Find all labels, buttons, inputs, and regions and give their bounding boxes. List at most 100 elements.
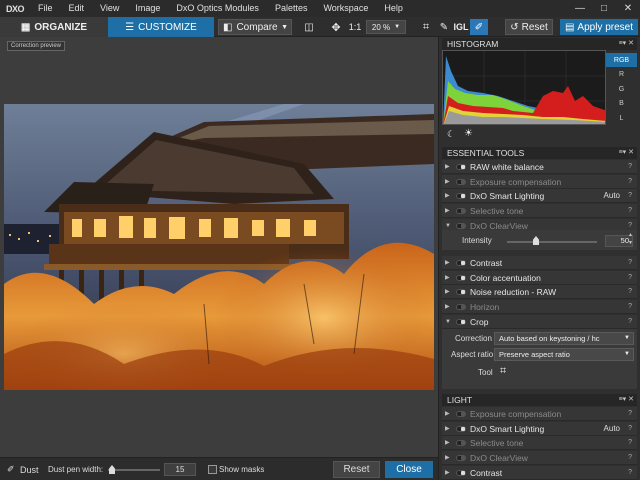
grid-icon: ▦ xyxy=(20,21,31,33)
chevron-right-icon[interactable]: ▶ xyxy=(445,175,450,189)
tool-row-selective-tone[interactable]: ▶ Selective tone? xyxy=(442,436,637,451)
tool-enable-toggle[interactable] xyxy=(456,193,466,200)
crop-correction-select[interactable]: Auto based on keystoning / hc ▼ xyxy=(494,332,634,345)
chevron-right-icon[interactable]: ▶ xyxy=(445,436,450,450)
pen-width-slider-handle[interactable] xyxy=(109,465,115,474)
show-masks-label: Show masks xyxy=(219,465,265,474)
split-view-icon: ◫ xyxy=(304,21,314,33)
tool-enable-toggle[interactable] xyxy=(456,318,466,325)
preset-icon: ▤ xyxy=(564,21,575,33)
menu-item-help[interactable]: Help xyxy=(376,0,411,17)
chevron-right-icon[interactable]: ▶ xyxy=(445,271,450,285)
tool-enable-toggle[interactable] xyxy=(456,455,466,462)
panel-scrollbar[interactable] xyxy=(630,50,636,470)
chevron-right-icon[interactable]: ▶ xyxy=(445,466,450,480)
menu-item-view[interactable]: View xyxy=(92,0,127,17)
tool-row-dxo-smart-lighting[interactable]: ▶ DxO Smart Lighting Auto? xyxy=(442,421,637,436)
tool-label: DxO Smart Lighting xyxy=(470,191,545,202)
apply-preset-button[interactable]: ▤ Apply preset xyxy=(560,19,638,35)
menu-item-workspace[interactable]: Workspace xyxy=(315,0,376,17)
compare-button[interactable]: ◧ Compare ▼ xyxy=(218,19,292,35)
chevron-right-icon[interactable]: ▶ xyxy=(445,204,450,218)
minimize-button[interactable]: — xyxy=(568,0,592,17)
chevron-right-icon[interactable]: ▶ xyxy=(445,451,450,465)
tool-row-horizon[interactable]: ▶ Horizon? xyxy=(442,300,637,315)
tool-enable-toggle[interactable] xyxy=(456,469,466,476)
chevron-right-icon[interactable]: ▶ xyxy=(445,256,450,270)
zoom-one-to-one-button[interactable]: 1:1 xyxy=(345,17,365,37)
tool-label: Contrast xyxy=(470,467,503,478)
tool-row-dxo-smart-lighting[interactable]: ▶ DxO Smart Lighting Auto? xyxy=(442,189,637,204)
menu-item-dxo-optics-modules[interactable]: DxO Optics Modules xyxy=(168,0,267,17)
sun-icon[interactable]: ☀ xyxy=(464,128,473,139)
tool-row-exposure-compensation[interactable]: ▶ Exposure compensation? xyxy=(442,407,637,421)
tool-row-dxo-clearview[interactable]: ▶ DxO ClearView? xyxy=(442,451,637,466)
tool-enable-toggle[interactable] xyxy=(456,289,466,296)
menu-item-palettes[interactable]: Palettes xyxy=(267,0,316,17)
retouch-tool-button[interactable]: ✐ xyxy=(470,19,488,35)
chevron-right-icon[interactable]: ▶ xyxy=(445,189,450,203)
close-retouch-button[interactable]: Close xyxy=(385,461,433,478)
intensity-slider-handle[interactable] xyxy=(533,236,539,245)
crop-icon[interactable]: ⌗ xyxy=(500,365,506,378)
crop-tool-button[interactable]: ⌗ xyxy=(418,17,434,37)
tool-row-color-accentuation[interactable]: ▶ Color accentuation? xyxy=(442,270,637,285)
tool-enable-toggle[interactable] xyxy=(456,274,466,281)
zoom-select[interactable]: 20 % ▼ xyxy=(366,20,406,34)
chevron-right-icon[interactable]: ▶ xyxy=(445,300,450,314)
chevron-right-icon[interactable]: ▶ xyxy=(445,422,450,436)
tool-row-raw-white-balance[interactable]: ▶ RAW white balance? xyxy=(442,160,637,174)
histogram-header[interactable]: HISTOGRAM ≡▾ ✕ xyxy=(442,38,637,50)
chevron-down-icon[interactable]: ▼ xyxy=(445,315,451,329)
menu-item-image[interactable]: Image xyxy=(127,0,168,17)
dust-mode-label[interactable]: Dust xyxy=(20,458,39,480)
tool-label: Selective tone xyxy=(470,438,524,449)
chevron-right-icon[interactable]: ▶ xyxy=(445,285,450,299)
organize-tab[interactable]: ▦ ORGANIZE xyxy=(0,17,108,37)
chevron-right-icon[interactable]: ▶ xyxy=(445,407,450,421)
tool-enable-toggle[interactable] xyxy=(456,440,466,447)
split-view-button[interactable]: ◫ xyxy=(300,17,318,37)
reset-button[interactable]: ↺ Reset xyxy=(505,19,553,35)
white-balance-picker-button[interactable]: ✎ xyxy=(436,17,452,37)
customize-tab[interactable]: ☰ CUSTOMIZE xyxy=(108,17,214,37)
show-masks-checkbox[interactable] xyxy=(208,465,217,474)
tool-enable-toggle[interactable] xyxy=(456,425,466,432)
brush-icon: ✐ xyxy=(474,21,484,33)
tool-row-contrast[interactable]: ▶ Contrast? xyxy=(442,256,637,270)
move-tool-button[interactable]: ✥ xyxy=(328,17,344,37)
correction-preview-label[interactable]: Correction preview xyxy=(7,41,66,51)
chevron-down-icon: ▼ xyxy=(281,23,288,31)
image-viewer[interactable]: Correction preview xyxy=(0,37,438,457)
tool-enable-toggle[interactable] xyxy=(456,208,466,215)
chevron-right-icon[interactable]: ▶ xyxy=(445,160,450,174)
pen-width-input[interactable]: 15 xyxy=(164,463,196,476)
menu-item-edit[interactable]: Edit xyxy=(61,0,93,17)
tool-enable-toggle[interactable] xyxy=(456,304,466,311)
tool-enable-toggle[interactable] xyxy=(456,178,466,185)
intensity-slider-track[interactable] xyxy=(507,241,597,243)
tool-row-crop[interactable]: ▼ Crop? xyxy=(442,314,637,329)
tool-label: DxO Smart Lighting xyxy=(470,423,545,434)
palette-controls[interactable]: ≡▾ ✕ xyxy=(619,38,634,50)
histogram-curves xyxy=(443,51,605,124)
tool-enable-toggle[interactable] xyxy=(456,164,466,170)
tool-enable-toggle[interactable] xyxy=(456,411,466,417)
horizon-tool-button[interactable]: IGL xyxy=(452,17,470,37)
tool-row-exposure-compensation[interactable]: ▶ Exposure compensation? xyxy=(442,174,637,189)
light-header[interactable]: LIGHT ≡▾ ✕ xyxy=(442,394,637,406)
aspect-ratio-select[interactable]: Preserve aspect ratio ▼ xyxy=(494,348,634,361)
reset-retouch-button[interactable]: Reset xyxy=(333,461,380,478)
tool-enable-toggle[interactable] xyxy=(456,222,466,229)
tool-enable-toggle[interactable] xyxy=(456,260,466,266)
close-window-button[interactable]: ✕ xyxy=(616,0,640,17)
moon-icon[interactable]: ☾ xyxy=(447,129,455,140)
maximize-button[interactable]: □ xyxy=(592,0,616,17)
tool-row-selective-tone[interactable]: ▶ Selective tone? xyxy=(442,204,637,219)
pen-width-slider-track[interactable] xyxy=(108,469,160,471)
photo-preview[interactable] xyxy=(4,104,434,390)
tool-row-contrast[interactable]: ▶ Contrast? xyxy=(442,465,637,480)
menu-item-file[interactable]: File xyxy=(30,0,61,17)
tool-row-noise-reduction-raw[interactable]: ▶ Noise reduction - RAW? xyxy=(442,285,637,300)
essential-tools-header[interactable]: ESSENTIAL TOOLS ≡▾ ✕ xyxy=(442,147,637,159)
